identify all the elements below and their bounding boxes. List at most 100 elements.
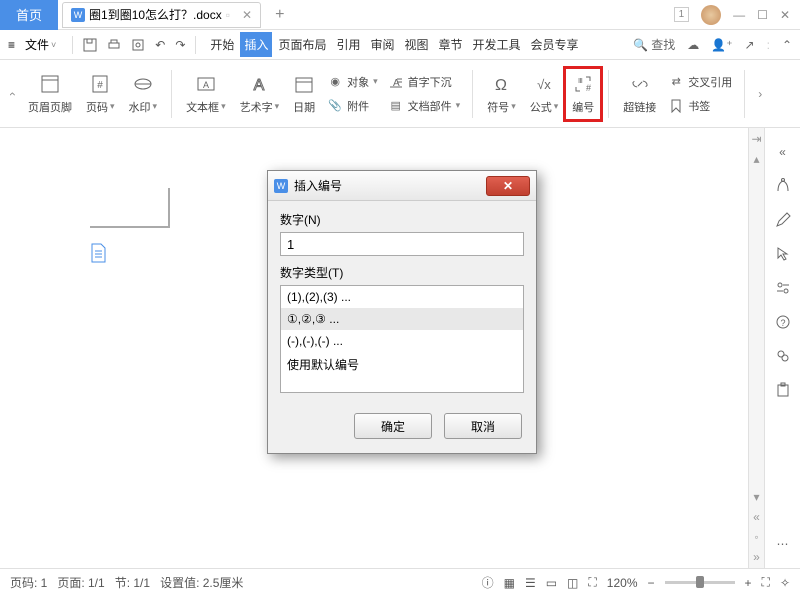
header-footer-button[interactable]: 页眉页脚 (22, 69, 78, 119)
more-panel-icon[interactable]: ⋯ (773, 534, 793, 554)
dialog-app-icon: W (274, 179, 288, 193)
cancel-button[interactable]: 取消 (444, 413, 522, 439)
home-tab[interactable]: 首页 (0, 0, 58, 30)
search-menu[interactable]: 🔍 查找 (633, 36, 675, 53)
tab-insert[interactable]: 插入 (240, 32, 272, 57)
file-menu[interactable]: 文件˅ (25, 36, 56, 53)
print-icon[interactable] (107, 38, 121, 52)
zoom-label[interactable]: 120% (607, 576, 638, 590)
list-item[interactable]: 使用默认编号 (281, 352, 523, 377)
tab-developer[interactable]: 开发工具 (469, 32, 525, 57)
edit-panel-icon[interactable] (773, 210, 793, 230)
drop-cap-button[interactable]: A首字下沉 (384, 72, 465, 92)
ribbon-scroll-right[interactable]: › (753, 87, 767, 101)
quick-access: ↶ ↷ (83, 38, 185, 52)
ok-button[interactable]: 确定 (354, 413, 432, 439)
attachment-button[interactable]: 📎附件 (323, 96, 382, 116)
sidepanel-toggle-icon[interactable]: « (773, 142, 793, 162)
fit-page-icon[interactable]: ⛶ (762, 575, 770, 590)
scroll-up-icon[interactable]: ▴ (753, 152, 759, 166)
list-item[interactable]: (-),(-),(-) ... (281, 330, 523, 352)
hyperlink-icon (629, 73, 651, 95)
close-tab-icon[interactable]: ✕ (242, 8, 252, 22)
status-section[interactable]: 节: 1/1 (115, 574, 150, 591)
link-panel-icon[interactable] (773, 346, 793, 366)
date-button[interactable]: 日期 (287, 69, 321, 119)
zoom-in-button[interactable]: + (745, 576, 752, 590)
help-panel-icon[interactable]: ? (773, 312, 793, 332)
zoom-out-button[interactable]: − (648, 576, 655, 590)
doc-parts-button[interactable]: ▤文档部件▾ (384, 96, 465, 116)
number-button[interactable]: Ⅲ# 编号 (566, 69, 600, 119)
vertical-scrollbar[interactable]: ⇥ ▴ ▾ « ◦ » (748, 128, 764, 568)
tab-chapter[interactable]: 章节 (435, 32, 467, 57)
select-panel-icon[interactable] (773, 244, 793, 264)
status-page[interactable]: 页面: 1/1 (57, 574, 104, 591)
hamburger-icon[interactable]: ≡ (8, 38, 15, 52)
collab-icon[interactable]: 👤⁺ (711, 38, 732, 52)
list-item[interactable]: (1),(2),(3) ... (281, 286, 523, 308)
dialog-titlebar[interactable]: W 插入编号 ✕ (268, 171, 536, 201)
view-fullscreen-icon[interactable]: ⛶ (588, 575, 596, 590)
page-corner-marker (90, 188, 170, 228)
hyperlink-button[interactable]: 超链接 (617, 69, 662, 119)
textbox-button[interactable]: A 文本框▾ (180, 69, 232, 119)
zoom-slider[interactable] (665, 581, 735, 584)
tab-member[interactable]: 会员专享 (527, 32, 583, 57)
ribbon: ‹ 页眉页脚 # 页码▾ 水印▾ A 文本框▾ A 艺术字▾ 日期 ◉对象▾ 📎… (0, 60, 800, 128)
maximize-button[interactable]: ☐ (757, 8, 768, 22)
formula-button[interactable]: √x 公式▾ (524, 69, 565, 119)
dialog-close-button[interactable]: ✕ (486, 176, 530, 196)
bookmark-button[interactable]: 书签 (664, 96, 736, 116)
save-icon[interactable] (83, 38, 97, 52)
view-read-icon[interactable]: ▭ (546, 576, 557, 590)
ribbon-scroll-left[interactable]: ‹ (6, 92, 20, 96)
number-input[interactable] (280, 232, 524, 256)
minimize-button[interactable]: — (733, 8, 745, 22)
view-web-icon[interactable]: ◫ (567, 576, 578, 590)
tab-review[interactable]: 审阅 (366, 32, 398, 57)
status-more-icon[interactable]: ✧ (780, 576, 790, 590)
symbol-button[interactable]: Ω 符号▾ (481, 69, 522, 119)
document-tab[interactable]: W 圈1到圈10怎么打？.docx ▫ ✕ (62, 2, 261, 28)
undo-icon[interactable]: ↶ (155, 38, 165, 52)
user-avatar[interactable] (701, 5, 721, 25)
svg-text:#: # (97, 80, 103, 91)
prev-page-icon[interactable]: « (753, 510, 760, 524)
close-window-button[interactable]: ✕ (780, 8, 790, 22)
list-item[interactable]: ①,②,③ ... (281, 308, 523, 330)
date-icon (293, 73, 315, 95)
object-button[interactable]: ◉对象▾ (323, 72, 382, 92)
tab-start[interactable]: 开始 (206, 32, 238, 57)
page-number-button[interactable]: # 页码▾ (80, 69, 121, 119)
tab-view[interactable]: 视图 (401, 32, 433, 57)
titlebar: 首页 W 圈1到圈10怎么打？.docx ▫ ✕ + 1 — ☐ ✕ (0, 0, 800, 30)
sync-icon[interactable]: ☁ (687, 38, 699, 52)
type-listbox[interactable]: (1),(2),(3) ... ①,②,③ ... (-),(-),(-) ..… (280, 285, 524, 393)
preview-icon[interactable] (131, 38, 145, 52)
tab-indicator-icon: ▫ (226, 8, 230, 22)
next-page-icon[interactable]: » (753, 550, 760, 564)
object-icon: ◉ (327, 74, 343, 90)
settings-panel-icon[interactable] (773, 278, 793, 298)
share-icon[interactable]: ↗ (745, 38, 755, 52)
cross-ref-button[interactable]: ⇄交叉引用 (664, 72, 736, 92)
spellcheck-icon[interactable]: ⓘ (482, 574, 494, 591)
new-tab-button[interactable]: + (261, 6, 298, 24)
status-page-num[interactable]: 页码: 1 (10, 574, 47, 591)
watermark-button[interactable]: 水印▾ (123, 69, 164, 119)
tab-page-layout[interactable]: 页面布局 (274, 32, 330, 57)
status-setting[interactable]: 设置值: 2.5厘米 (160, 574, 243, 591)
style-panel-icon[interactable] (773, 176, 793, 196)
redo-icon[interactable]: ↷ (175, 38, 185, 52)
scroll-down-icon[interactable]: ▾ (753, 490, 759, 504)
window-count-badge[interactable]: 1 (674, 7, 690, 22)
tab-references[interactable]: 引用 (332, 32, 364, 57)
view-outline-icon[interactable]: ☰ (525, 576, 536, 590)
view-print-icon[interactable]: ▦ (504, 576, 515, 590)
ruler-toggle-icon[interactable]: ⇥ (751, 132, 761, 146)
wordart-button[interactable]: A 艺术字▾ (234, 69, 286, 119)
clipboard-panel-icon[interactable] (773, 380, 793, 400)
nav-mode-icon[interactable]: ◦ (754, 530, 758, 544)
collapse-ribbon-icon[interactable]: ⌃ (782, 38, 792, 52)
